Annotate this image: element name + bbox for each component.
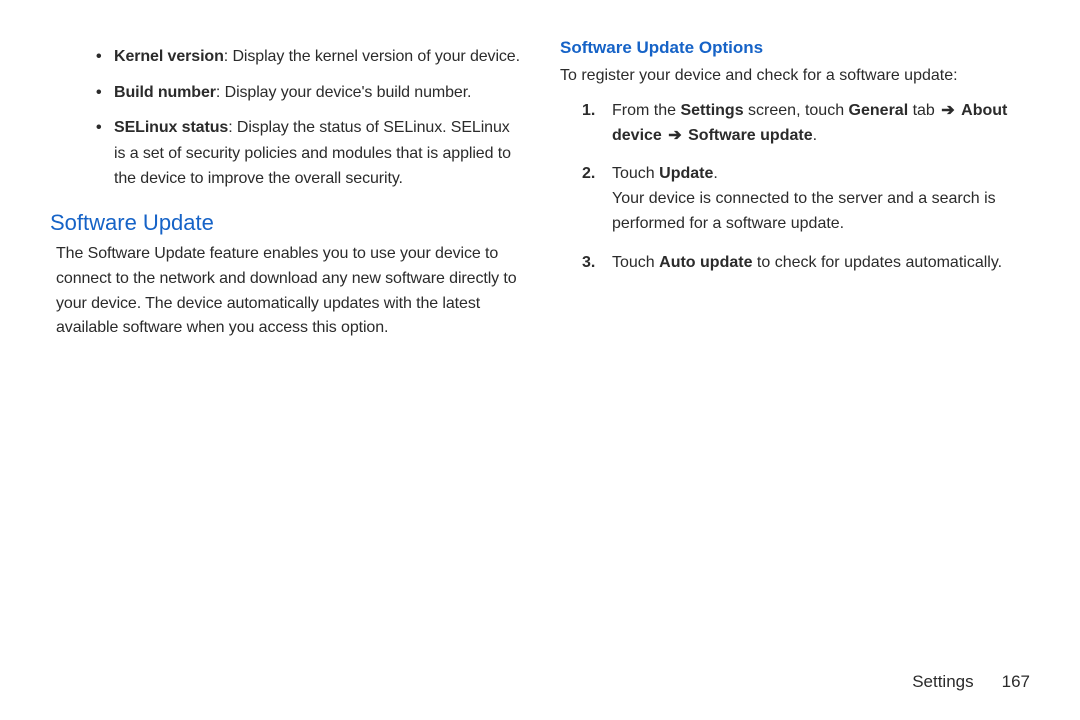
step-tail: to check for updates automatically. xyxy=(752,254,1002,271)
step-bold: Auto update xyxy=(659,254,752,271)
step-text: Touch xyxy=(612,254,659,271)
step-bold: Settings xyxy=(680,102,743,119)
step-bold: General xyxy=(849,102,909,119)
steps-list: From the Settings screen, touch General … xyxy=(560,99,1034,276)
right-column: Software Update Options To register your… xyxy=(560,38,1034,666)
step-text: screen, touch xyxy=(744,102,849,119)
bullet-bold: Build number xyxy=(114,84,216,101)
page: Kernel version: Display the kernel versi… xyxy=(0,0,1080,720)
bullet-bold: SELinux status xyxy=(114,119,228,136)
software-update-options-intro: To register your device and check for a … xyxy=(560,64,1034,89)
two-column-layout: Kernel version: Display the kernel versi… xyxy=(50,38,1034,666)
step-1: From the Settings screen, touch General … xyxy=(560,99,1034,149)
software-update-description: The Software Update feature enables you … xyxy=(56,242,524,341)
arrow-icon: ➔ xyxy=(666,124,683,149)
bullet-build-number: Build number: Display your device's buil… xyxy=(96,80,524,106)
arrow-icon: ➔ xyxy=(939,99,956,124)
step-text: Touch xyxy=(612,165,659,182)
bullet-selinux-status: SELinux status: Display the status of SE… xyxy=(96,115,524,192)
step-text: tab xyxy=(908,102,939,119)
info-bullet-list: Kernel version: Display the kernel versi… xyxy=(50,44,524,192)
step-3: Touch Auto update to check for updates a… xyxy=(560,251,1034,276)
step-text: From the xyxy=(612,102,680,119)
page-footer: Settings 167 xyxy=(50,672,1034,692)
left-column: Kernel version: Display the kernel versi… xyxy=(50,38,524,666)
footer-page-number: 167 xyxy=(1002,672,1030,691)
bullet-text: : Display your device's build number. xyxy=(216,84,471,101)
bullet-bold: Kernel version xyxy=(114,48,224,65)
step-2: Touch Update. Your device is connected t… xyxy=(560,162,1034,236)
step-text: . xyxy=(813,127,817,144)
footer-section-name: Settings xyxy=(912,672,973,691)
bullet-kernel-version: Kernel version: Display the kernel versi… xyxy=(96,44,524,70)
step-tail: Your device is connected to the server a… xyxy=(612,190,996,232)
section-heading-software-update: Software Update xyxy=(50,210,524,236)
step-bold: Update xyxy=(659,165,713,182)
subsection-heading-software-update-options: Software Update Options xyxy=(560,38,1034,58)
step-bold: Software update xyxy=(688,127,812,144)
step-text: . xyxy=(713,165,717,182)
bullet-text: : Display the kernel version of your dev… xyxy=(224,48,520,65)
